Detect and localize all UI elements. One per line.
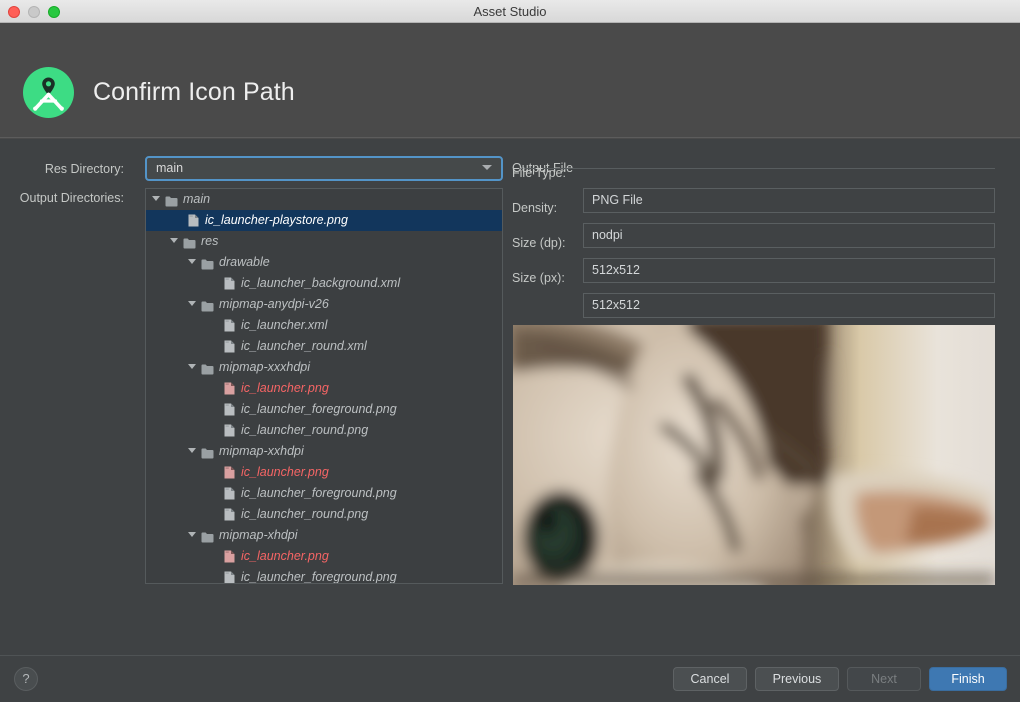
tree-row-label: ic_launcher_round.png bbox=[241, 507, 369, 522]
tree-row-label: mipmap-anydpi-v26 bbox=[219, 297, 329, 312]
tree-row-label: res bbox=[201, 234, 219, 249]
tree-row[interactable]: mipmap-xxhdpi bbox=[146, 441, 502, 462]
size-dp-value[interactable]: 512x512 bbox=[583, 258, 995, 283]
tree-row-label: ic_launcher_foreground.png bbox=[241, 486, 397, 501]
tree-row[interactable]: ic_launcher_round.png bbox=[146, 420, 502, 441]
tree-row[interactable]: ic_launcher_foreground.png bbox=[146, 399, 502, 420]
tree-row-label: ic_launcher-playstore.png bbox=[205, 213, 348, 228]
tree-expand-toggle-icon[interactable] bbox=[188, 259, 196, 265]
file-icon bbox=[224, 402, 235, 416]
size-px-value[interactable]: 512x512 bbox=[583, 293, 995, 318]
window-title: Asset Studio bbox=[473, 4, 547, 19]
tree-row[interactable]: ic_launcher_foreground.png bbox=[146, 567, 502, 584]
chevron-down-icon[interactable] bbox=[482, 165, 492, 170]
tree-expand-toggle-icon[interactable] bbox=[170, 238, 178, 244]
file-icon bbox=[224, 570, 235, 583]
folder-icon bbox=[201, 445, 214, 459]
file-icon bbox=[224, 423, 235, 437]
tree-row-label: mipmap-xhdpi bbox=[219, 528, 298, 543]
tree-expand-toggle-icon[interactable] bbox=[188, 301, 196, 307]
tree-row[interactable]: ic_launcher.png bbox=[146, 462, 502, 483]
tree-row-label: ic_launcher.png bbox=[241, 381, 329, 396]
file-icon bbox=[224, 465, 235, 479]
output-directories-tree[interactable]: main ic_launcher-playstore.pngres drawable… bbox=[145, 188, 503, 584]
tree-row[interactable]: main bbox=[146, 189, 502, 210]
folder-icon bbox=[201, 529, 214, 543]
tree-row[interactable]: ic_launcher_round.png bbox=[146, 504, 502, 525]
tree-row-label: ic_launcher_background.xml bbox=[241, 276, 401, 291]
tree-row[interactable]: mipmap-anydpi-v26 bbox=[146, 294, 502, 315]
tree-expand-toggle-icon[interactable] bbox=[188, 532, 196, 538]
page-title: Confirm Icon Path bbox=[93, 78, 295, 106]
tree-row[interactable]: ic_launcher_foreground.png bbox=[146, 483, 502, 504]
cancel-button[interactable]: Cancel bbox=[673, 667, 747, 691]
file-type-value[interactable]: PNG File bbox=[583, 188, 995, 213]
folder-icon bbox=[165, 193, 178, 207]
next-button: Next bbox=[847, 667, 921, 691]
size-dp-label: Size (dp): bbox=[512, 236, 566, 250]
tree-expand-toggle-icon[interactable] bbox=[188, 364, 196, 370]
android-studio-logo-icon bbox=[23, 67, 74, 118]
icon-preview-image bbox=[513, 325, 995, 585]
file-icon bbox=[224, 381, 235, 395]
folder-icon bbox=[183, 235, 196, 249]
folder-icon bbox=[201, 361, 214, 375]
file-icon bbox=[224, 276, 235, 290]
file-icon bbox=[224, 339, 235, 353]
res-directory-label: Res Directory: bbox=[44, 162, 124, 176]
res-directory-combobox[interactable]: main bbox=[145, 156, 503, 181]
tree-row[interactable]: mipmap-xhdpi bbox=[146, 525, 502, 546]
asset-studio-window: Asset Studio Confirm Icon Path Res Direc… bbox=[0, 0, 1020, 702]
tree-row-label: ic_launcher_foreground.png bbox=[241, 402, 397, 417]
tree-row-label: mipmap-xxhdpi bbox=[219, 444, 304, 459]
file-icon bbox=[188, 213, 199, 227]
tree-row-label: ic_launcher_round.png bbox=[241, 423, 369, 438]
size-px-label: Size (px): bbox=[512, 271, 565, 285]
tree-row-label: ic_launcher.xml bbox=[241, 318, 328, 333]
tree-row-label: ic_launcher_round.xml bbox=[241, 339, 367, 354]
tree-expand-toggle-icon[interactable] bbox=[188, 448, 196, 454]
finish-button[interactable]: Finish bbox=[929, 667, 1007, 691]
tree-row-label: ic_launcher_foreground.png bbox=[241, 570, 397, 584]
dialog-header: Confirm Icon Path bbox=[0, 23, 1020, 138]
density-value[interactable]: nodpi bbox=[583, 223, 995, 248]
section-divider bbox=[512, 168, 995, 169]
folder-icon bbox=[201, 256, 214, 270]
help-button[interactable]: ? bbox=[14, 667, 38, 691]
density-label: Density: bbox=[512, 201, 558, 215]
file-icon bbox=[224, 549, 235, 563]
tree-expand-toggle-icon[interactable] bbox=[152, 196, 160, 202]
dialog-body: Res Directory: Output Directories: main … bbox=[0, 139, 1020, 655]
res-directory-value: main bbox=[156, 161, 184, 175]
tree-row-label: main bbox=[183, 192, 211, 207]
tree-row-label: ic_launcher.png bbox=[241, 465, 329, 480]
tree-row[interactable]: ic_launcher.png bbox=[146, 378, 502, 399]
tree-row[interactable]: ic_launcher.xml bbox=[146, 315, 502, 336]
file-icon bbox=[224, 318, 235, 332]
file-type-label: File Type: bbox=[512, 166, 566, 180]
tree-row[interactable]: ic_launcher_background.xml bbox=[146, 273, 502, 294]
tree-row[interactable]: res bbox=[146, 231, 502, 252]
tree-row-label: mipmap-xxxhdpi bbox=[219, 360, 311, 375]
tree-row-label: drawable bbox=[219, 255, 270, 270]
tree-row[interactable]: mipmap-xxxhdpi bbox=[146, 357, 502, 378]
previous-button[interactable]: Previous bbox=[755, 667, 839, 691]
window-titlebar: Asset Studio bbox=[0, 0, 1020, 23]
output-directories-label: Output Directories: bbox=[19, 191, 124, 205]
tree-row[interactable]: drawable bbox=[146, 252, 502, 273]
tree-row-label: ic_launcher.png bbox=[241, 549, 329, 564]
tree-row[interactable]: ic_launcher_round.xml bbox=[146, 336, 502, 357]
file-icon bbox=[224, 507, 235, 521]
folder-icon bbox=[201, 298, 214, 312]
tree-row[interactable]: ic_launcher.png bbox=[146, 546, 502, 567]
tree-root: main ic_launcher-playstore.pngres drawable… bbox=[146, 189, 502, 584]
file-icon bbox=[224, 486, 235, 500]
tree-row[interactable]: ic_launcher-playstore.png bbox=[146, 210, 502, 231]
